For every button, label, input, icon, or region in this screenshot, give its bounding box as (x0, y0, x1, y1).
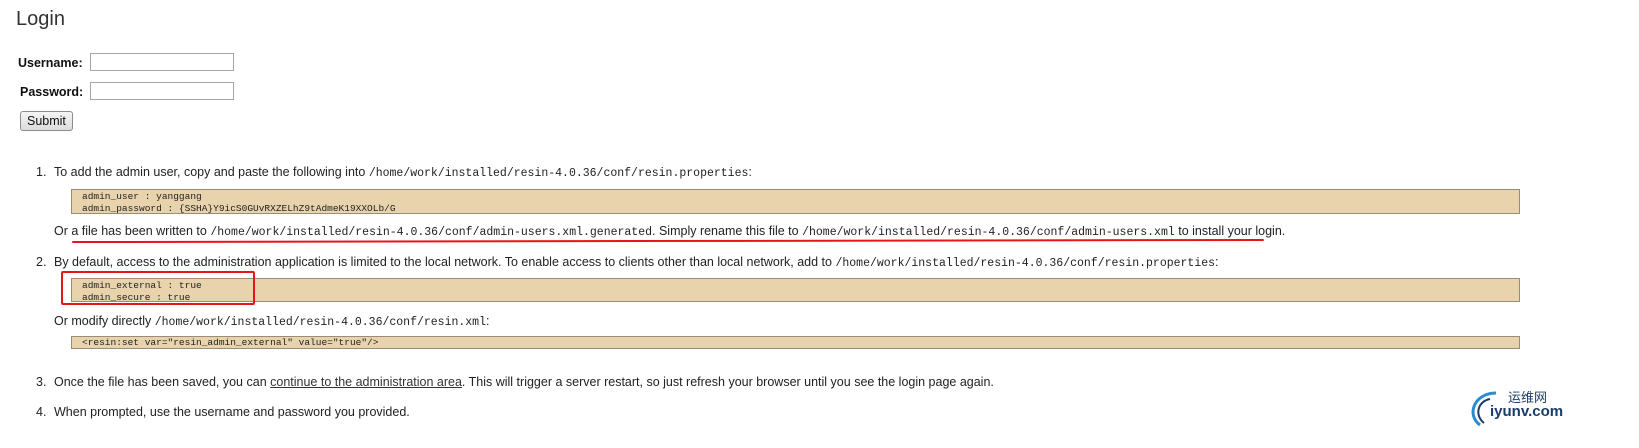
step-3-number: 3. (36, 375, 47, 389)
step-1-suffix: : (748, 165, 752, 179)
watermark-logo: 运维网 iyunv.com (1466, 385, 1636, 445)
step-3-suffix: . This will trigger a server restart, so… (461, 375, 994, 389)
code-line: admin_external : true (82, 280, 202, 291)
code-line: <resin:set var="resin_admin_external" va… (82, 337, 379, 348)
step-1-code-block: admin_user : yanggang admin_password : {… (71, 189, 1520, 214)
alt-suffix: to install your login. (1178, 224, 1286, 238)
step-4-number: 4. (36, 405, 47, 419)
red-annotation-underline (71, 238, 1265, 244)
code-line: admin_secure : true (82, 291, 191, 303)
alt-middle: . Simply rename this file to (652, 224, 799, 238)
step-2-suffix: : (1215, 255, 1219, 269)
red-annotation-box (61, 271, 255, 305)
admin-area-link[interactable]: continue to the administration area (270, 375, 462, 389)
step-2-number: 2. (36, 255, 47, 269)
step-2-intro: By default, access to the administration… (54, 255, 832, 269)
code-line: admin_password : {SSHA}Y9icS0GUvRXZELhZ9… (82, 202, 396, 214)
step-1-number: 1. (36, 165, 47, 179)
modify-path: /home/work/installed/resin-4.0.36/conf/r… (154, 316, 486, 329)
step-1-intro: To add the admin user, copy and paste th… (54, 165, 366, 179)
step-1-path: /home/work/installed/resin-4.0.36/conf/r… (368, 167, 749, 180)
step-1-text: To add the admin user, copy and paste th… (54, 165, 752, 180)
watermark-en: iyunv.com (1490, 403, 1564, 420)
step-3-text: Once the file has been saved, you can co… (54, 375, 994, 389)
username-label: Username: (18, 56, 83, 70)
password-input[interactable] (90, 82, 234, 100)
step-1-alternative: Or a file has been written to /home/work… (54, 224, 1285, 239)
step-2-path: /home/work/installed/resin-4.0.36/conf/r… (835, 257, 1216, 270)
password-label: Password: (20, 85, 84, 99)
step-2-xml-block: <resin:set var="resin_admin_external" va… (71, 336, 1520, 349)
step-4-text: When prompted, use the username and pass… (54, 405, 410, 419)
username-input[interactable] (90, 53, 234, 71)
modify-suffix: : (486, 314, 490, 328)
step-2-text: By default, access to the administration… (54, 255, 1219, 270)
step-2-modify: Or modify directly /home/work/installed/… (54, 314, 489, 329)
alt-path-target: /home/work/installed/resin-4.0.36/conf/a… (802, 226, 1175, 239)
modify-prefix: Or modify directly (54, 314, 152, 328)
code-line: admin_user : yanggang (82, 191, 202, 202)
submit-button[interactable]: Submit (20, 111, 73, 131)
alt-prefix: Or a file has been written to (54, 224, 207, 238)
step-2-code-block: admin_external : true admin_secure : tru… (71, 278, 1520, 303)
alt-path-generated: /home/work/installed/resin-4.0.36/conf/a… (210, 226, 653, 239)
step-3-prefix: Once the file has been saved, you can (54, 375, 267, 389)
page-title: Login (16, 8, 65, 30)
